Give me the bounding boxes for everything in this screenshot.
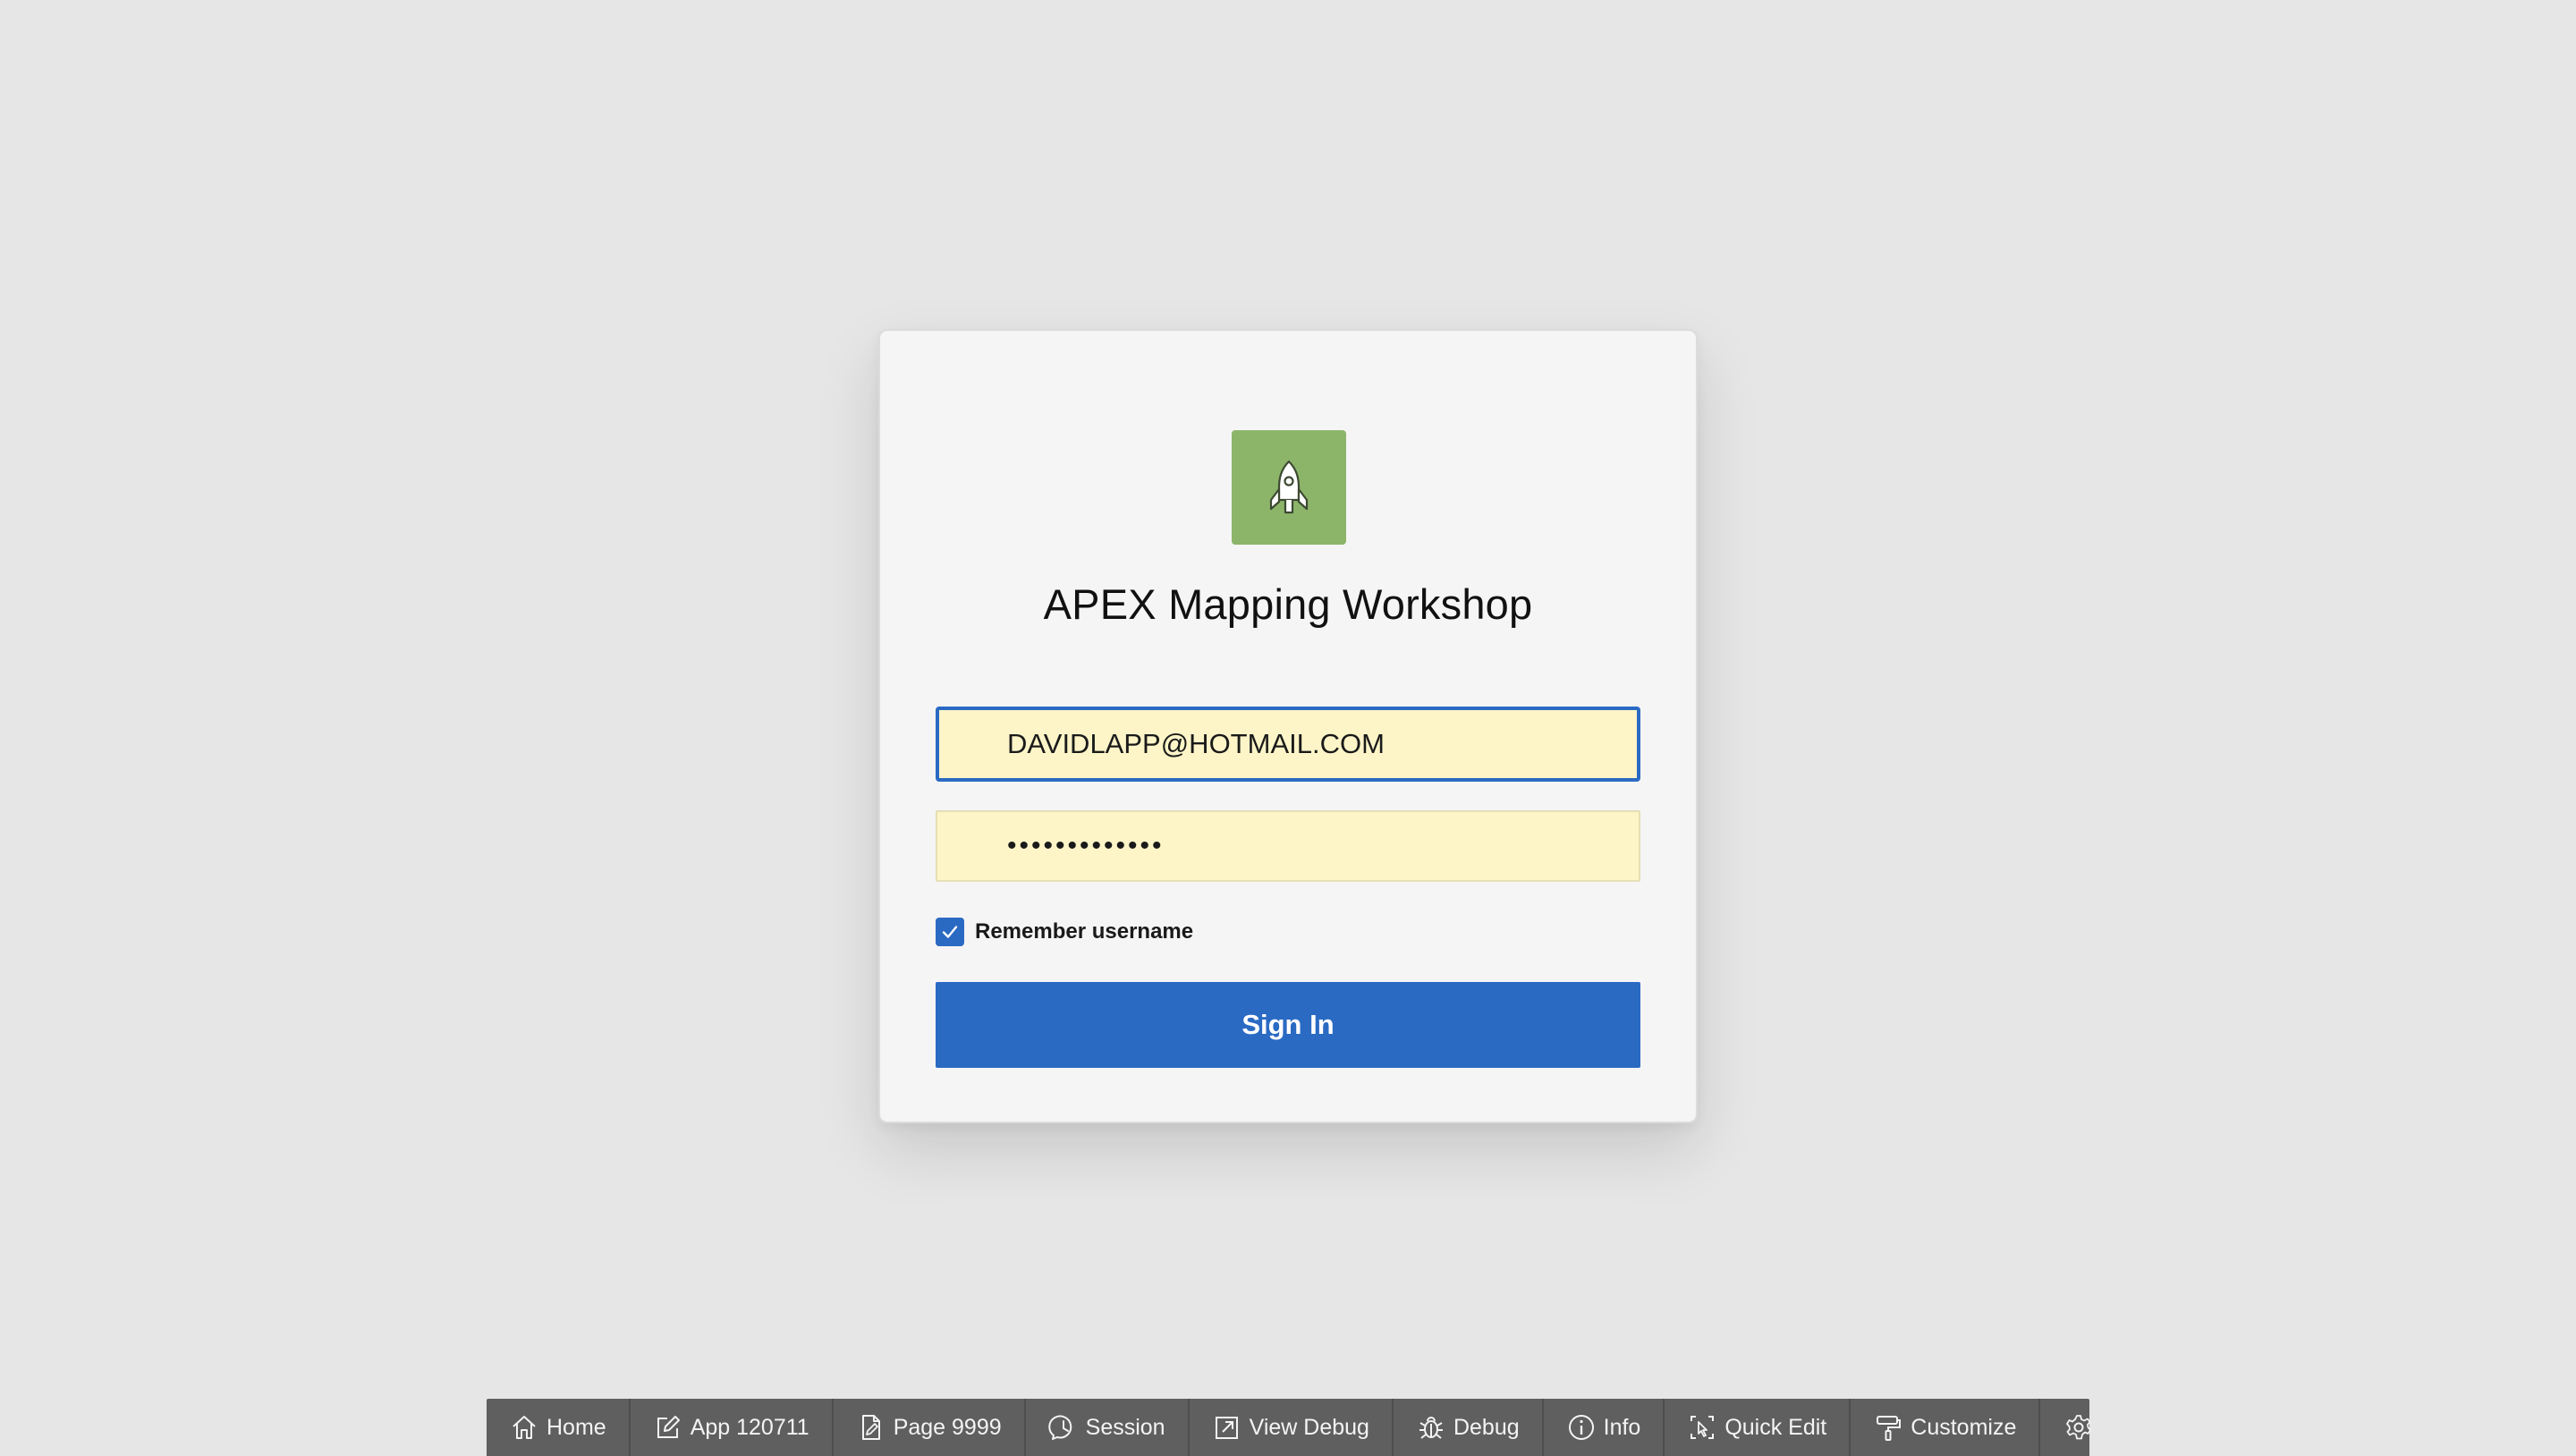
login-card: APEX Mapping Workshop Remember username …	[878, 329, 1698, 1123]
toolbar-info[interactable]: Info	[1544, 1399, 1665, 1456]
toolbar-view-debug[interactable]: View Debug	[1190, 1399, 1394, 1456]
toolbar-page[interactable]: Page 9999	[834, 1399, 1026, 1456]
toolbar-quick-edit-label: Quick Edit	[1724, 1414, 1827, 1440]
info-icon	[1566, 1412, 1597, 1443]
toolbar-home-label: Home	[547, 1414, 606, 1440]
rocket-icon	[1269, 460, 1309, 514]
toolbar-view-debug-label: View Debug	[1249, 1414, 1369, 1440]
toolbar-info-label: Info	[1603, 1414, 1641, 1440]
home-icon	[509, 1412, 539, 1443]
checkmark-icon	[942, 926, 958, 938]
toolbar-settings[interactable]	[2040, 1399, 2117, 1456]
remember-username-label: Remember username	[975, 919, 1194, 944]
toolbar-home[interactable]: Home	[487, 1399, 631, 1456]
toolbar-session[interactable]: Session	[1026, 1399, 1190, 1456]
toolbar-app[interactable]: App 120711	[631, 1399, 834, 1456]
quick-edit-icon	[1687, 1412, 1717, 1443]
paint-roller-icon	[1873, 1412, 1903, 1443]
session-icon	[1047, 1412, 1079, 1443]
toolbar-session-label: Session	[1085, 1414, 1165, 1440]
developer-toolbar: Home App 120711 Page 9999 Session View D…	[487, 1399, 2092, 1456]
remember-username-checkbox[interactable]	[936, 918, 964, 946]
page-edit-icon	[856, 1412, 886, 1443]
sign-in-button[interactable]: Sign In	[936, 982, 1640, 1068]
app-title: APEX Mapping Workshop	[1043, 580, 1533, 628]
toolbar-quick-edit[interactable]: Quick Edit	[1665, 1399, 1852, 1456]
toolbar-customize-label: Customize	[1911, 1414, 2017, 1440]
password-input[interactable]	[936, 810, 1640, 882]
toolbar-app-label: App 120711	[690, 1414, 809, 1440]
toolbar-page-label: Page 9999	[893, 1414, 1002, 1440]
username-input[interactable]	[936, 707, 1640, 782]
toolbar-debug-label: Debug	[1453, 1414, 1520, 1440]
edit-icon	[653, 1412, 683, 1443]
toolbar-debug[interactable]: Debug	[1394, 1399, 1544, 1456]
app-logo	[1232, 430, 1346, 545]
remember-username-row[interactable]: Remember username	[936, 917, 1193, 947]
gear-icon	[2063, 1412, 2094, 1443]
bug-icon	[1416, 1412, 1446, 1443]
toolbar-customize[interactable]: Customize	[1851, 1399, 2041, 1456]
external-link-icon	[1212, 1412, 1242, 1443]
